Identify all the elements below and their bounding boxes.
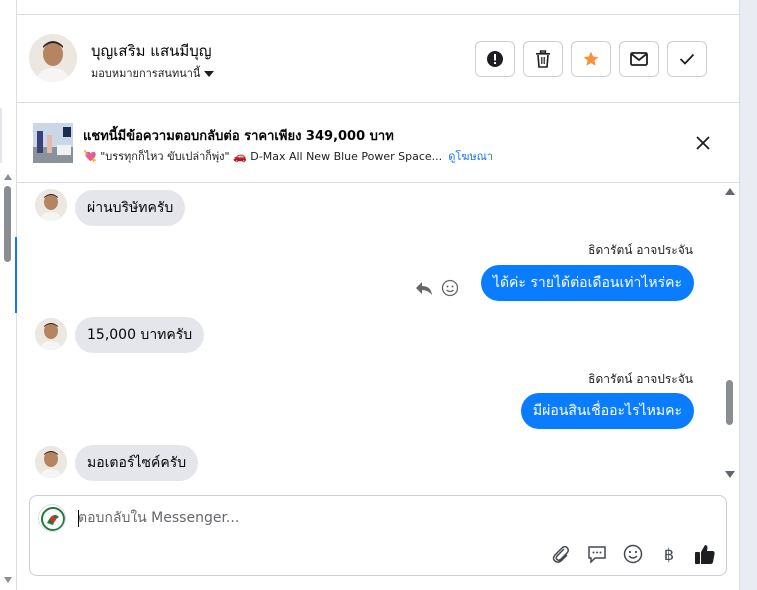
message-bubble-outgoing[interactable]: มีผ่อนสินเชื่ออะไรไหมคะ <box>520 393 694 429</box>
ad-subtitle: 💘 "บรรทุกก็ไหว ขับเปล่าก็พุ่ง" 🚗 D-Max A… <box>83 147 493 165</box>
right-pane-edge <box>739 0 757 590</box>
message-bubble-outgoing[interactable]: ได้ค่ะ รายได้ต่อเดือนเท่าไหร่คะ <box>480 265 694 301</box>
emoji-reaction-icon[interactable] <box>441 279 459 297</box>
contact-name: บุญเสริม แสนมีบุญ <box>91 42 212 60</box>
reply-icon[interactable] <box>415 280 433 296</box>
caret-down-icon <box>204 71 215 77</box>
check-icon <box>679 53 695 65</box>
message-actions <box>415 279 459 297</box>
list-scroll-up-icon[interactable] <box>4 174 12 180</box>
ad-title: แชทนี้มีข้อความตอบกลับต่อ ราคาเพียง 349,… <box>83 129 394 144</box>
close-icon <box>696 136 710 150</box>
thumbs-up-icon <box>695 545 715 564</box>
saved-replies-button[interactable] <box>585 542 609 566</box>
message-thread: ผ่านบริษัทครับ ธิดารัตน์ อาจประจัน ได้ค่… <box>17 183 739 490</box>
conversation-panel: บุญเสริม แสนมีบุญ มอบหมายการสนทนานี้ แชท… <box>17 0 739 590</box>
delete-button[interactable] <box>523 41 563 77</box>
header-actions <box>475 41 707 77</box>
payment-button[interactable]: ฿ <box>657 542 681 566</box>
alert-circle-icon <box>487 51 503 67</box>
ad-subtitle-text: 💘 "บรรทุกก็ไหว ขับเปล่าก็พุ่ง" 🚗 D-Max A… <box>83 150 443 163</box>
scroll-up-icon[interactable] <box>725 188 735 195</box>
thread-scrollbar-thumb[interactable] <box>726 380 733 425</box>
trash-icon <box>536 50 550 68</box>
mark-done-button[interactable] <box>667 41 707 77</box>
assign-conversation-dropdown[interactable]: มอบหมายการสนทนานี้ <box>91 64 215 82</box>
message-bubble-incoming[interactable]: ผ่านบริษัทครับ <box>75 190 186 226</box>
paperclip-icon <box>552 545 569 563</box>
thread-scrollbar[interactable] <box>723 183 735 490</box>
attach-button[interactable] <box>549 542 573 566</box>
baht-icon: ฿ <box>663 544 675 564</box>
reply-input[interactable] <box>78 507 678 529</box>
like-button[interactable] <box>693 542 717 566</box>
message-bubble-incoming[interactable]: 15,000 บาทครับ <box>75 317 205 353</box>
composer-tools: ฿ <box>549 542 717 566</box>
list-scroll-down-icon[interactable] <box>4 577 12 583</box>
emoji-icon <box>623 544 643 564</box>
assign-label: มอบหมายการสนทนานี้ <box>91 67 201 80</box>
star-icon <box>583 51 599 66</box>
contact-avatar-small[interactable] <box>35 446 67 478</box>
contact-avatar-small[interactable] <box>35 318 67 350</box>
message-bubble-incoming[interactable]: มอเตอร์ไซค์ครับ <box>75 445 199 481</box>
conversation-list-edge <box>0 0 17 590</box>
list-divider <box>0 108 2 163</box>
star-button[interactable] <box>571 41 611 77</box>
close-banner-button[interactable] <box>693 133 713 153</box>
ad-context-banner: แชทนี้มีข้อความตอบกลับต่อ ราคาเพียง 349,… <box>17 103 739 183</box>
report-button[interactable] <box>475 41 515 77</box>
message-composer: ฿ <box>29 495 727 576</box>
saved-reply-icon <box>588 546 606 564</box>
scroll-down-icon[interactable] <box>725 471 735 478</box>
contact-avatar[interactable] <box>29 34 77 82</box>
mark-unread-button[interactable] <box>619 41 659 77</box>
conversation-header: บุญเสริม แสนมีบุญ มอบหมายการสนทนานี้ <box>17 14 739 103</box>
ad-thumbnail[interactable] <box>33 123 73 163</box>
emoji-button[interactable] <box>621 542 645 566</box>
envelope-icon <box>630 52 648 66</box>
list-scrollbar-thumb[interactable] <box>4 186 11 262</box>
page-avatar <box>38 504 66 532</box>
sender-name: ธิดารัตน์ อาจประจัน <box>588 243 693 257</box>
view-ad-link[interactable]: ดูโฆษณา <box>448 150 493 163</box>
messenger-app: บุญเสริม แสนมีบุญ มอบหมายการสนทนานี้ แชท… <box>0 0 757 590</box>
sender-name: ธิดารัตน์ อาจประจัน <box>588 372 693 386</box>
contact-avatar-small[interactable] <box>35 189 67 221</box>
